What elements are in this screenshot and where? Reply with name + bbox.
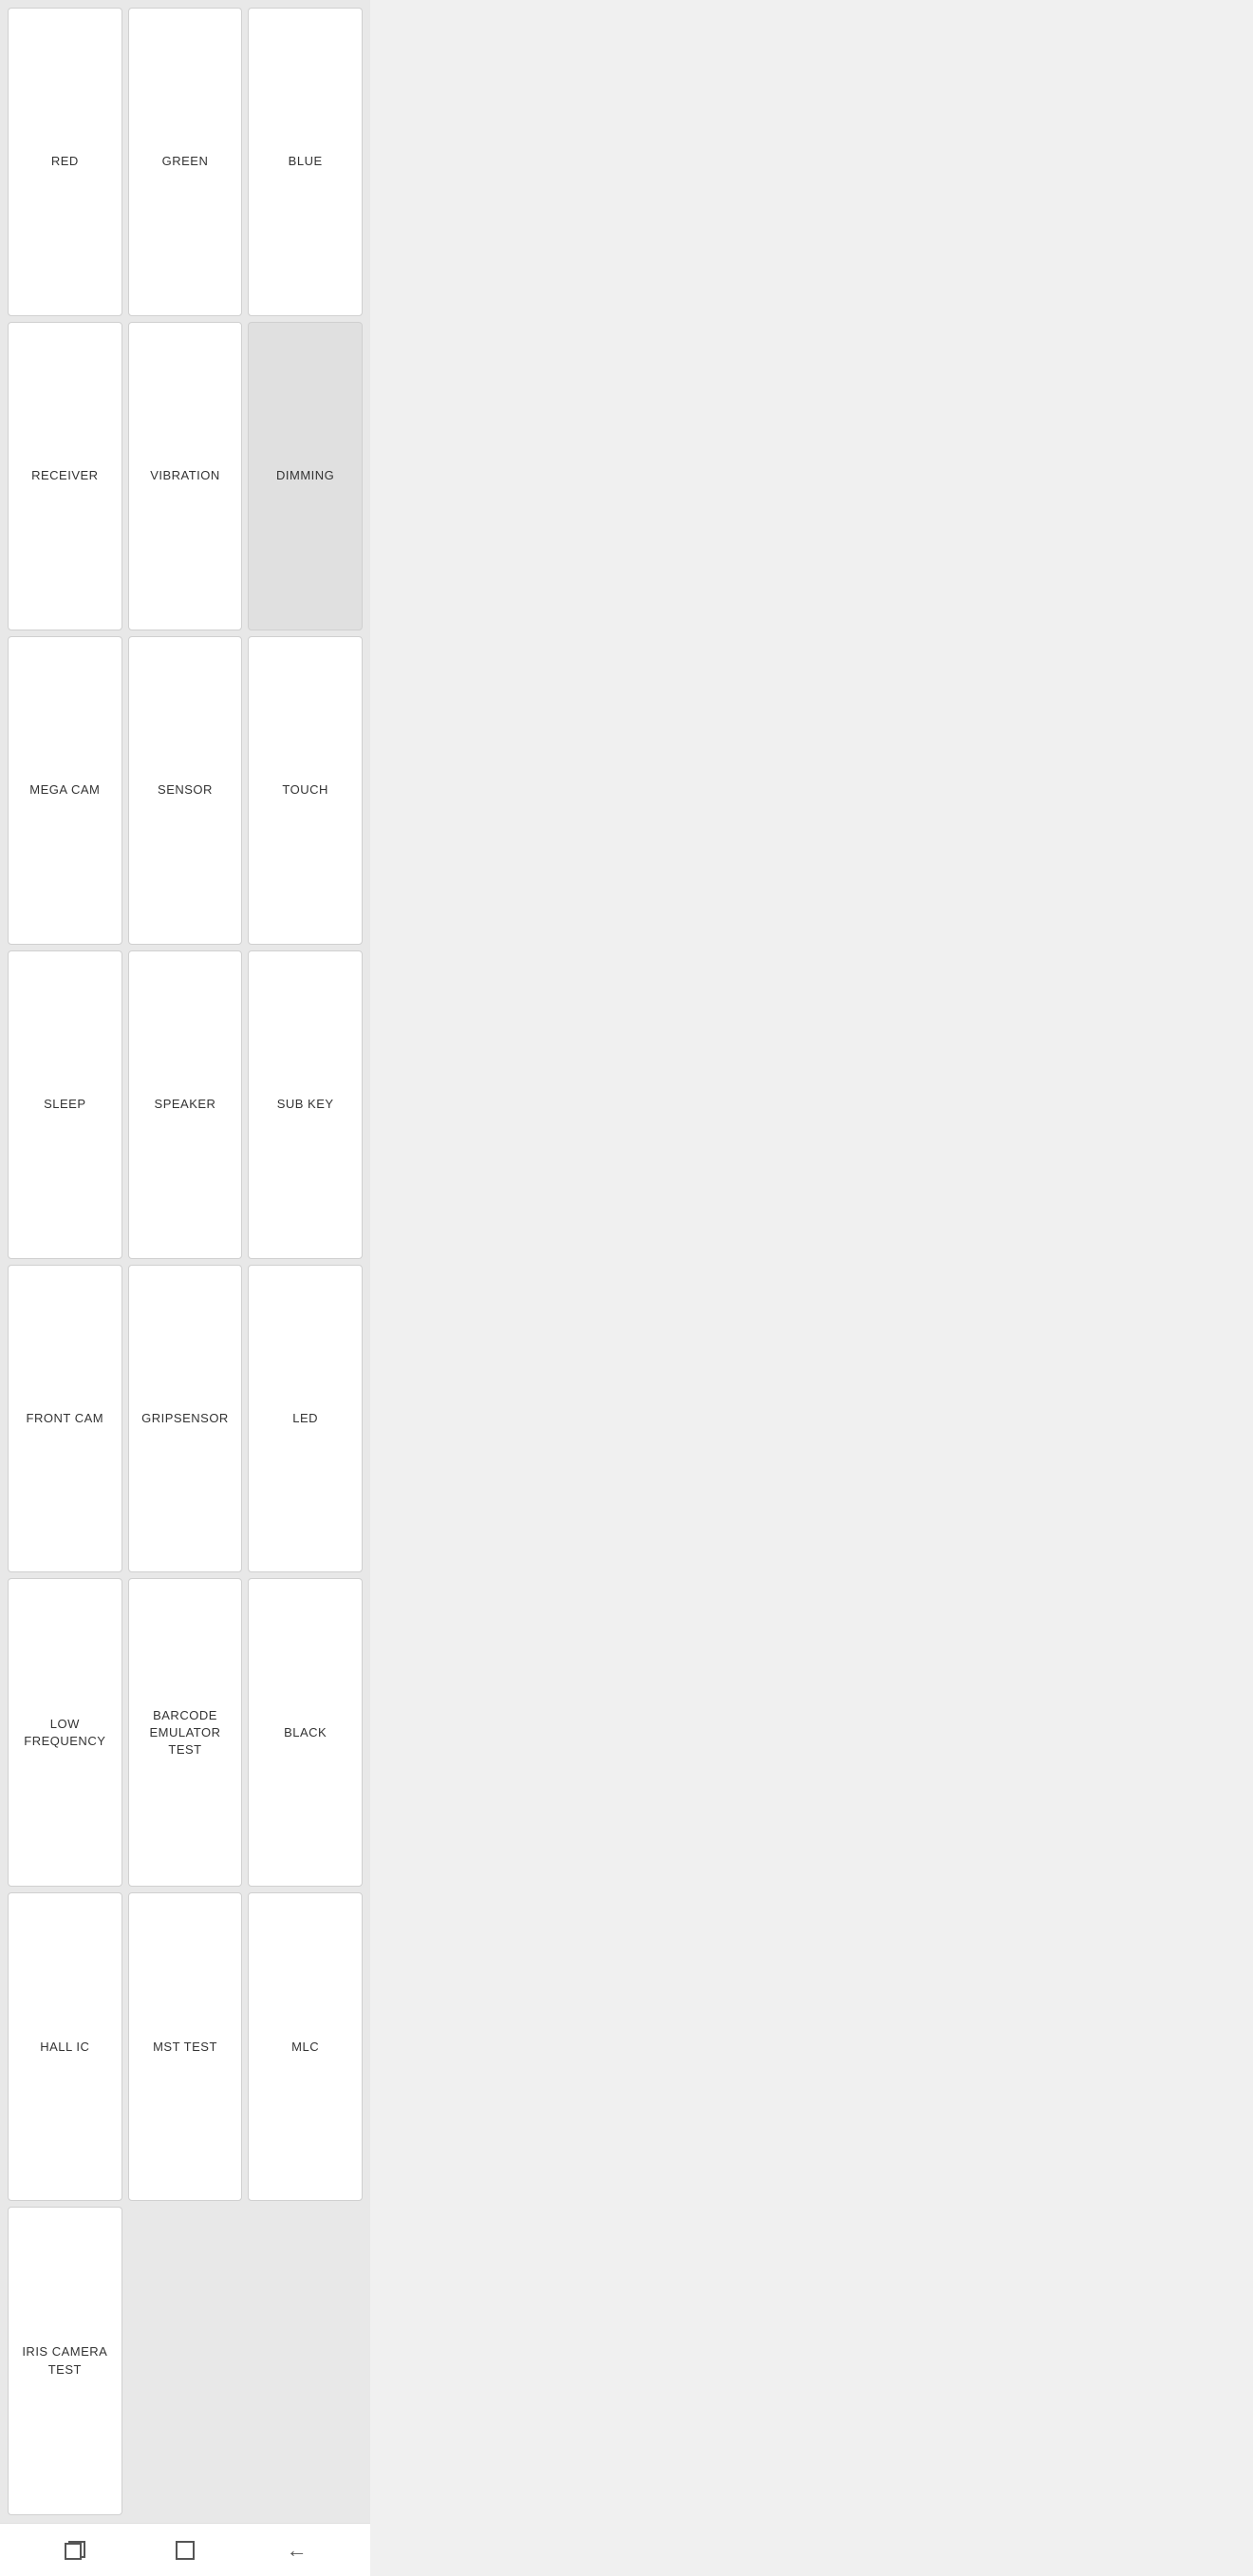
grid-item-low-frequency[interactable]: LOW FREQUENCY [8,1578,122,1887]
back-icon [287,2541,306,2560]
grid-item-black[interactable]: BLACK [248,1578,363,1887]
test-grid: RED GREEN BLUE RECEIVER VIBRATION DIMMING MEGA… [0,0,370,2523]
recents-button[interactable] [36,2531,112,2569]
grid-item-barcode-emulator-test[interactable]: BARCODE EMULATOR TEST [128,1578,243,1887]
grid-item-label-gripsensor: GRIPSENSOR [141,1410,229,1427]
home-icon [176,2541,195,2560]
grid-item-touch[interactable]: TOUCH [248,636,363,945]
grid-item-vibration[interactable]: VIBRATION [128,322,243,630]
grid-item-label-green: GREEN [162,153,209,170]
grid-item-sleep[interactable]: SLEEP [8,950,122,1259]
grid-item-label-blue: BLUE [289,153,323,170]
grid-item-label-sub-key: SUB KEY [277,1096,334,1113]
grid-item-red[interactable]: RED [8,8,122,316]
grid-item-led[interactable]: LED [248,1265,363,1573]
grid-item-receiver[interactable]: RECEIVER [8,322,122,630]
grid-item-label-low-frequency: LOW FREQUENCY [20,1716,110,1750]
grid-item-label-led: LED [292,1410,318,1427]
grid-item-dimming[interactable]: DIMMING [248,322,363,630]
back-button[interactable] [258,2531,334,2569]
grid-item-green[interactable]: GREEN [128,8,243,316]
grid-item-sensor[interactable]: SENSOR [128,636,243,945]
grid-item-mst-test[interactable]: MST TEST [128,1892,243,2201]
grid-item-label-mega-cam: MEGA CAM [29,781,100,799]
bottom-navigation [0,2523,370,2576]
grid-item-hall-ic[interactable]: HALL IC [8,1892,122,2201]
grid-item-label-iris-camera-test: IRIS CAMERA TEST [20,2343,110,2378]
grid-item-mlc[interactable]: MLC [248,1892,363,2201]
grid-item-label-black: BLACK [284,1724,327,1741]
grid-item-label-front-cam: FRONT CAM [27,1410,104,1427]
grid-item-speaker[interactable]: SPEAKER [128,950,243,1259]
grid-item-sub-key[interactable]: SUB KEY [248,950,363,1259]
grid-item-label-receiver: RECEIVER [31,467,98,484]
home-button[interactable] [147,2531,223,2569]
grid-item-label-red: RED [51,153,79,170]
grid-item-label-speaker: SPEAKER [155,1096,216,1113]
grid-item-label-vibration: VIBRATION [150,467,220,484]
grid-item-mega-cam[interactable]: MEGA CAM [8,636,122,945]
grid-item-label-mst-test: MST TEST [153,2039,217,2056]
grid-item-label-mlc: MLC [291,2039,319,2056]
grid-item-blue[interactable]: BLUE [248,8,363,316]
grid-item-gripsensor[interactable]: GRIPSENSOR [128,1265,243,1573]
grid-item-label-dimming: DIMMING [276,467,334,484]
grid-item-iris-camera-test[interactable]: IRIS CAMERA TEST [8,2207,122,2515]
grid-item-label-sleep: SLEEP [44,1096,85,1113]
grid-item-label-sensor: SENSOR [158,781,213,799]
recents-icon [65,2541,84,2560]
grid-item-label-hall-ic: HALL IC [40,2039,89,2056]
grid-item-front-cam[interactable]: FRONT CAM [8,1265,122,1573]
grid-item-label-barcode-emulator-test: BARCODE EMULATOR TEST [140,1707,231,1759]
grid-item-label-touch: TOUCH [282,781,327,799]
